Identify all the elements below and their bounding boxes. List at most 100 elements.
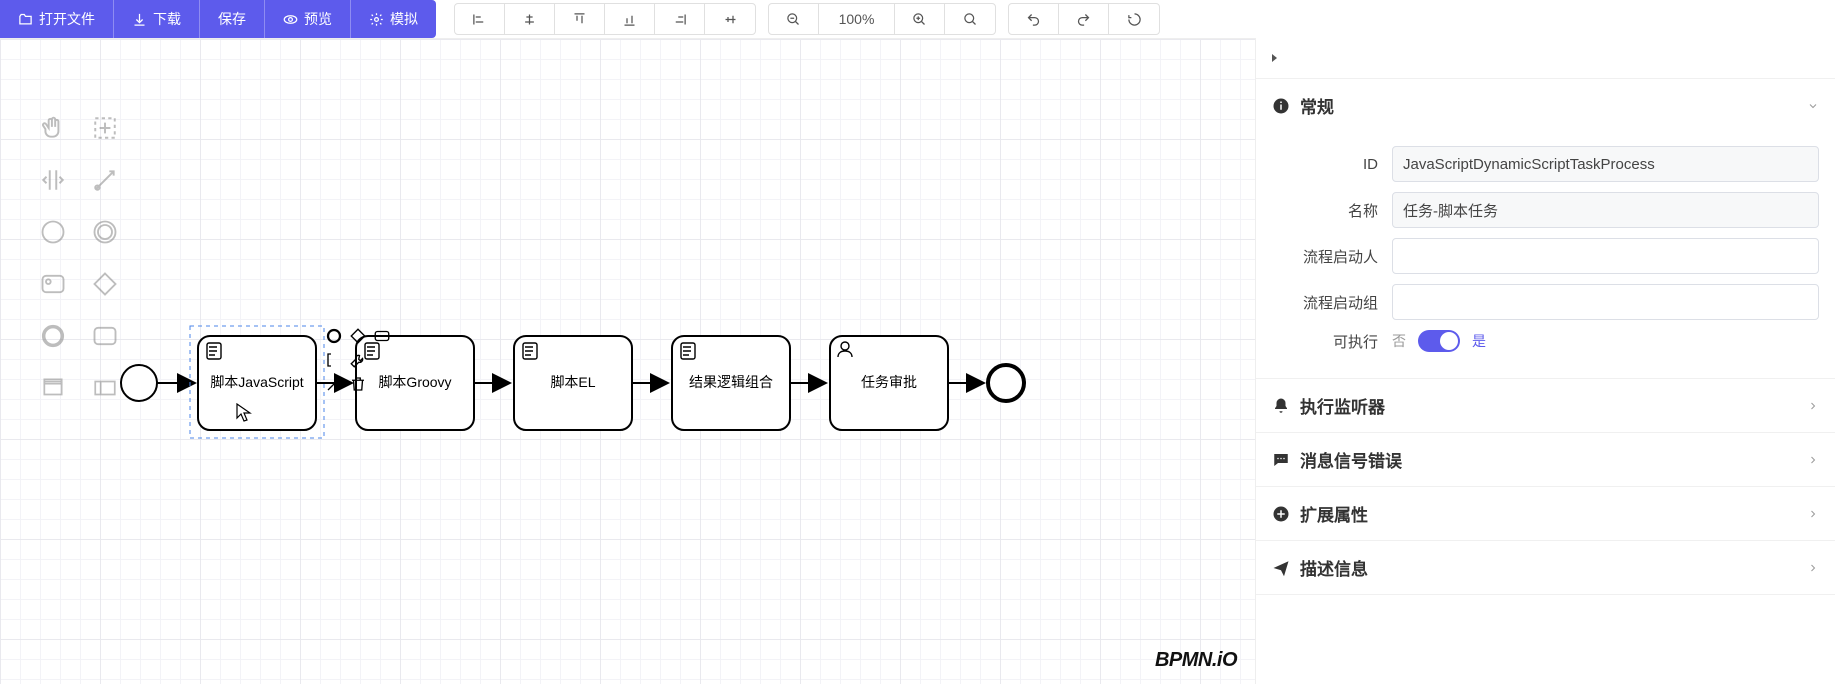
name-label: 名称 bbox=[1272, 200, 1392, 221]
id-field[interactable] bbox=[1392, 146, 1819, 182]
bpmn-logo: BPMN.iO bbox=[1155, 649, 1237, 672]
task-icon bbox=[373, 327, 391, 345]
simulate-button[interactable]: 模拟 bbox=[351, 0, 436, 38]
eye-icon bbox=[283, 12, 298, 27]
chevron-right-icon bbox=[1807, 562, 1819, 574]
section-head-listeners[interactable]: 执行监听器 bbox=[1256, 379, 1835, 432]
switch-off-label: 否 bbox=[1392, 331, 1406, 351]
zoom-in-button[interactable] bbox=[895, 4, 945, 34]
section-title-signals: 消息信号错误 bbox=[1300, 447, 1402, 472]
simulate-label: 模拟 bbox=[390, 9, 418, 29]
section-head-signals[interactable]: 消息信号错误 bbox=[1256, 433, 1835, 486]
pad-annotation[interactable] bbox=[324, 350, 344, 370]
executable-toggle[interactable] bbox=[1418, 330, 1460, 352]
undo-icon bbox=[1026, 12, 1041, 27]
align-v-center-button[interactable] bbox=[705, 4, 755, 34]
pad-append-end-event[interactable] bbox=[324, 326, 344, 346]
name-field[interactable] bbox=[1392, 192, 1819, 228]
save-button[interactable]: 保存 bbox=[200, 0, 265, 38]
diagram-canvas[interactable]: 脚本JavaScript 脚本Groovy 脚本EL 结果逻辑组合 任务审批 bbox=[0, 38, 1255, 684]
preview-label: 预览 bbox=[304, 9, 332, 29]
redo-icon bbox=[1076, 12, 1091, 27]
id-label: ID bbox=[1272, 156, 1392, 173]
redo-button[interactable] bbox=[1059, 4, 1109, 34]
preview-button[interactable]: 预览 bbox=[265, 0, 351, 38]
folder-open-icon bbox=[18, 12, 33, 27]
align-left-button[interactable] bbox=[455, 4, 505, 34]
open-file-button[interactable]: 打开文件 bbox=[0, 0, 114, 38]
task-1-label: 脚本JavaScript bbox=[210, 374, 303, 390]
info-icon bbox=[1272, 97, 1290, 115]
message-icon bbox=[1272, 451, 1290, 469]
section-head-extensions[interactable]: 扩展属性 bbox=[1256, 487, 1835, 540]
download-label: 下载 bbox=[153, 9, 181, 29]
zoom-out-button[interactable] bbox=[769, 4, 819, 34]
end-event-node[interactable] bbox=[988, 365, 1024, 401]
open-file-label: 打开文件 bbox=[39, 9, 95, 29]
pad-change-type[interactable] bbox=[348, 350, 368, 370]
pad-append-gateway[interactable] bbox=[348, 326, 368, 346]
align-v-center-icon bbox=[723, 12, 738, 27]
general-panel-body: ID 名称 流程启动人 流程启动组 可执行 否 是 bbox=[1256, 132, 1835, 378]
chevron-right-icon bbox=[1807, 454, 1819, 466]
section-head-general[interactable]: 常规 bbox=[1256, 79, 1835, 132]
download-icon bbox=[132, 12, 147, 27]
initiator-group-field[interactable] bbox=[1392, 284, 1819, 320]
align-h-center-button[interactable] bbox=[505, 4, 555, 34]
context-pad bbox=[324, 326, 392, 394]
chevron-right-icon bbox=[1807, 508, 1819, 520]
zoom-level: 100% bbox=[819, 4, 895, 34]
task-5-label: 任务审批 bbox=[861, 374, 917, 390]
align-right-icon bbox=[672, 12, 687, 27]
trash-icon bbox=[349, 375, 367, 393]
bell-icon bbox=[1272, 397, 1290, 415]
executable-label: 可执行 bbox=[1272, 331, 1392, 352]
undo-button[interactable] bbox=[1009, 4, 1059, 34]
reset-button[interactable] bbox=[1109, 4, 1159, 34]
chevron-right-icon bbox=[1807, 400, 1819, 412]
initiator-label: 流程启动人 bbox=[1272, 246, 1392, 267]
plus-circle-icon bbox=[1272, 505, 1290, 523]
gateway-icon bbox=[349, 327, 367, 345]
primary-button-group: 打开文件 下载 保存 预览 模拟 bbox=[0, 0, 436, 38]
cursor-icon bbox=[236, 403, 252, 423]
section-title-general: 常规 bbox=[1300, 93, 1334, 118]
initiator-field[interactable] bbox=[1392, 238, 1819, 274]
chevron-right-icon bbox=[1268, 52, 1280, 64]
zoom-group: 100% bbox=[768, 3, 996, 35]
save-label: 保存 bbox=[218, 9, 246, 29]
chevron-down-icon bbox=[1807, 100, 1819, 112]
align-top-button[interactable] bbox=[555, 4, 605, 34]
section-title-description: 描述信息 bbox=[1300, 555, 1368, 580]
send-icon bbox=[1272, 559, 1290, 577]
properties-panel: 常规 ID 名称 流程启动人 流程启动组 可执行 bbox=[1255, 38, 1835, 684]
zoom-fit-button[interactable] bbox=[945, 4, 995, 34]
zoom-out-icon bbox=[786, 12, 801, 27]
annotation-icon bbox=[325, 351, 343, 369]
section-title-listeners: 执行监听器 bbox=[1300, 393, 1385, 418]
align-h-center-icon bbox=[522, 12, 537, 27]
task-3-label: 脚本EL bbox=[550, 374, 595, 390]
end-event-icon bbox=[325, 327, 343, 345]
pad-connect[interactable] bbox=[324, 374, 344, 394]
align-right-button[interactable] bbox=[655, 4, 705, 34]
section-head-description[interactable]: 描述信息 bbox=[1256, 541, 1835, 594]
alignment-group bbox=[454, 3, 756, 35]
align-bottom-button[interactable] bbox=[605, 4, 655, 34]
zoom-in-icon bbox=[912, 12, 927, 27]
workflow-diagram: 脚本JavaScript 脚本Groovy 脚本EL 结果逻辑组合 任务审批 bbox=[0, 39, 1060, 489]
section-title-extensions: 扩展属性 bbox=[1300, 501, 1368, 526]
zoom-fit-icon bbox=[963, 12, 978, 27]
history-group bbox=[1008, 3, 1160, 35]
panel-collapse-button[interactable] bbox=[1256, 38, 1835, 78]
pad-append-task[interactable] bbox=[372, 326, 392, 346]
start-event-node[interactable] bbox=[121, 365, 157, 401]
wrench-icon bbox=[349, 351, 367, 369]
refresh-icon bbox=[1127, 12, 1142, 27]
align-left-icon bbox=[472, 12, 487, 27]
connect-icon bbox=[325, 375, 343, 393]
task-4-label: 结果逻辑组合 bbox=[689, 374, 773, 390]
download-button[interactable]: 下载 bbox=[114, 0, 200, 38]
gear-icon bbox=[369, 12, 384, 27]
pad-delete[interactable] bbox=[348, 374, 368, 394]
